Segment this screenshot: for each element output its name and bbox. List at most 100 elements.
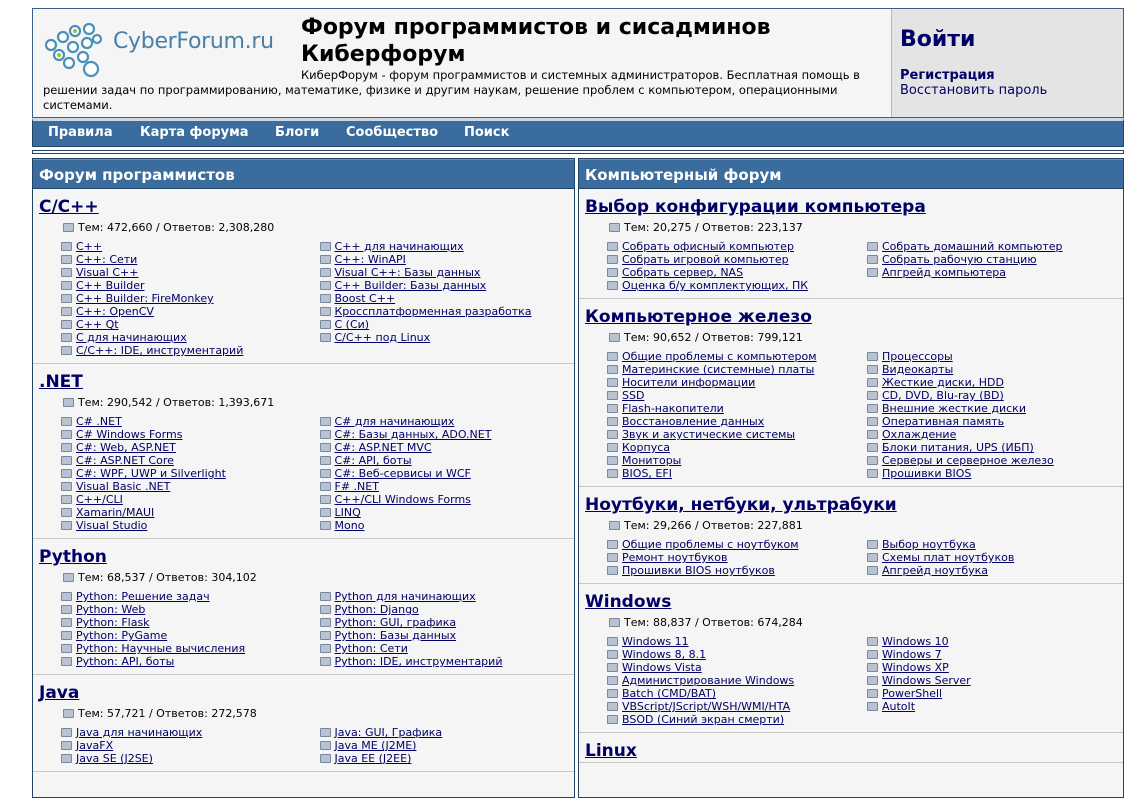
subforum-link[interactable]: Windows 11	[607, 635, 863, 648]
subforum-link[interactable]: Java SE (J2SE)	[61, 752, 316, 765]
subforum-link[interactable]: Python: Базы данных	[319, 629, 575, 642]
subforum-link[interactable]: Python: Сети	[319, 642, 575, 655]
subforum-link[interactable]: Процессоры	[867, 350, 1123, 363]
restore-password-link[interactable]: Восстановить пароль	[900, 83, 1047, 98]
subforum-link[interactable]: Windows XP	[867, 661, 1123, 674]
subforum-link[interactable]: C#: API, боты	[319, 454, 575, 467]
subforum-link[interactable]: C#: Веб-сервисы и WCF	[319, 467, 575, 480]
login-link[interactable]: Войти	[900, 27, 975, 52]
subforum-link[interactable]: LINQ	[319, 506, 575, 519]
subforum-link[interactable]: C++: WinAPI	[319, 253, 575, 266]
subforum-link[interactable]: Visual C++	[61, 266, 316, 279]
subforum-link[interactable]: PowerShell	[867, 687, 1123, 700]
subforum-link[interactable]: C для начинающих	[61, 331, 316, 344]
subforum-link[interactable]: Windows 8, 8.1	[607, 648, 863, 661]
subforum-link[interactable]: C++: OpenCV	[61, 305, 316, 318]
subforum-link[interactable]: Корпуса	[607, 441, 863, 454]
subforum-link[interactable]: CD, DVD, Blu-ray (BD)	[867, 389, 1123, 402]
subforum-link[interactable]: Batch (CMD/BAT)	[607, 687, 863, 700]
subforum-link[interactable]: Mono	[319, 519, 575, 532]
section-title-link[interactable]: Выбор конфигурации компьютера	[585, 189, 1123, 218]
subforum-link[interactable]: C#: Базы данных, ADO.NET	[319, 428, 575, 441]
subforum-link[interactable]: Оценка б/у комплектующих, ПК	[607, 279, 863, 292]
subforum-link[interactable]: C/C++: IDE, инструментарий	[61, 344, 316, 357]
register-link[interactable]: Регистрация	[900, 68, 995, 83]
subforum-link[interactable]: Python: GUI, графика	[319, 616, 575, 629]
subforum-link[interactable]: C++/CLI Windows Forms	[319, 493, 575, 506]
nav-forum-map[interactable]: Карта форума	[140, 125, 249, 140]
subforum-link[interactable]: Visual C++: Базы данных	[319, 266, 575, 279]
subforum-link[interactable]: VBScript/JScript/WSH/WMI/HTA	[607, 700, 863, 713]
subforum-link[interactable]: Выбор ноутбука	[867, 538, 1123, 551]
subforum-link[interactable]: C# .NET	[61, 415, 316, 428]
subforum-link[interactable]: Ремонт ноутбуков	[607, 551, 863, 564]
subforum-link[interactable]: AutoIt	[867, 700, 1123, 713]
subforum-link[interactable]: Апгрейд компьютера	[867, 266, 1123, 279]
section-title-link[interactable]: Linux	[585, 733, 1123, 762]
subforum-link[interactable]: Оперативная память	[867, 415, 1123, 428]
subforum-link[interactable]: Boost C++	[319, 292, 575, 305]
subforum-link[interactable]: Python: Django	[319, 603, 575, 616]
subforum-link[interactable]: Апгрейд ноутбука	[867, 564, 1123, 577]
subforum-link[interactable]: C++/CLI	[61, 493, 316, 506]
subforum-link[interactable]: Visual Basic .NET	[61, 480, 316, 493]
subforum-link[interactable]: Охлаждение	[867, 428, 1123, 441]
section-title-link[interactable]: Компьютерное железо	[585, 299, 1123, 328]
subforum-link[interactable]: Общие проблемы с компьютером	[607, 350, 863, 363]
subforum-link[interactable]: Python: API, боты	[61, 655, 316, 668]
subforum-link[interactable]: JavaFX	[61, 739, 316, 752]
subforum-link[interactable]: C#: ASP.NET Core	[61, 454, 316, 467]
subforum-link[interactable]: Python: Научные вычисления	[61, 642, 316, 655]
section-title-link[interactable]: Java	[39, 675, 574, 704]
subforum-link[interactable]: Java для начинающих	[61, 726, 316, 739]
subforum-link[interactable]: Мониторы	[607, 454, 863, 467]
subforum-link[interactable]: Собрать рабочую станцию	[867, 253, 1123, 266]
nav-community[interactable]: Сообщество	[346, 125, 438, 140]
subforum-link[interactable]: Кроссплатформенная разработка	[319, 305, 575, 318]
section-title-link[interactable]: Ноутбуки, нетбуки, ультрабуки	[585, 487, 1123, 516]
subforum-link[interactable]: Python: Web	[61, 603, 316, 616]
subforum-link[interactable]: C++ Qt	[61, 318, 316, 331]
section-title-link[interactable]: C/C++	[39, 189, 574, 218]
subforum-link[interactable]: Python: Flask	[61, 616, 316, 629]
subforum-link[interactable]: C++: Сети	[61, 253, 316, 266]
subforum-link[interactable]: C#: WPF, UWP и Silverlight	[61, 467, 316, 480]
subforum-link[interactable]: Python: Решение задач	[61, 590, 316, 603]
subforum-link[interactable]: C++ Builder	[61, 279, 316, 292]
subforum-link[interactable]: Windows 10	[867, 635, 1123, 648]
subforum-link[interactable]: Python: IDE, инструментарий	[319, 655, 575, 668]
subforum-link[interactable]: C#: ASP.NET MVC	[319, 441, 575, 454]
subforum-link[interactable]: Windows Server	[867, 674, 1123, 687]
subforum-link[interactable]: BSOD (Синий экран смерти)	[607, 713, 863, 726]
subforum-link[interactable]: Python для начинающих	[319, 590, 575, 603]
subforum-link[interactable]: Windows 7	[867, 648, 1123, 661]
subforum-link[interactable]: C# для начинающих	[319, 415, 575, 428]
subforum-link[interactable]: Собрать игровой компьютер	[607, 253, 863, 266]
subforum-link[interactable]: Прошивки BIOS ноутбуков	[607, 564, 863, 577]
subforum-link[interactable]: Носители информации	[607, 376, 863, 389]
subforum-link[interactable]: Восстановление данных	[607, 415, 863, 428]
subforum-link[interactable]: Java EE (J2EE)	[319, 752, 575, 765]
nav-blogs[interactable]: Блоги	[275, 125, 319, 140]
section-title-link[interactable]: Python	[39, 539, 574, 568]
subforum-link[interactable]: Собрать офисный компьютер	[607, 240, 863, 253]
subforum-link[interactable]: C++ Builder: FireMonkey	[61, 292, 316, 305]
subforum-link[interactable]: Flash-накопители	[607, 402, 863, 415]
subforum-link[interactable]: Администрирование Windows	[607, 674, 863, 687]
subforum-link[interactable]: Серверы и серверное железо	[867, 454, 1123, 467]
subforum-link[interactable]: Жесткие диски, HDD	[867, 376, 1123, 389]
subforum-link[interactable]: C++	[61, 240, 316, 253]
subforum-link[interactable]: Windows Vista	[607, 661, 863, 674]
subforum-link[interactable]: C++ для начинающих	[319, 240, 575, 253]
nav-rules[interactable]: Правила	[48, 125, 113, 140]
subforum-link[interactable]: BIOS, EFI	[607, 467, 863, 480]
subforum-link[interactable]: C/C++ под Linux	[319, 331, 575, 344]
subforum-link[interactable]: Материнские (системные) платы	[607, 363, 863, 376]
subforum-link[interactable]: Java: GUI, Графика	[319, 726, 575, 739]
subforum-link[interactable]: Внешние жесткие диски	[867, 402, 1123, 415]
section-title-link[interactable]: .NET	[39, 364, 574, 393]
subforum-link[interactable]: SSD	[607, 389, 863, 402]
subforum-link[interactable]: Собрать домашний компьютер	[867, 240, 1123, 253]
subforum-link[interactable]: Видеокарты	[867, 363, 1123, 376]
subforum-link[interactable]: C++ Builder: Базы данных	[319, 279, 575, 292]
